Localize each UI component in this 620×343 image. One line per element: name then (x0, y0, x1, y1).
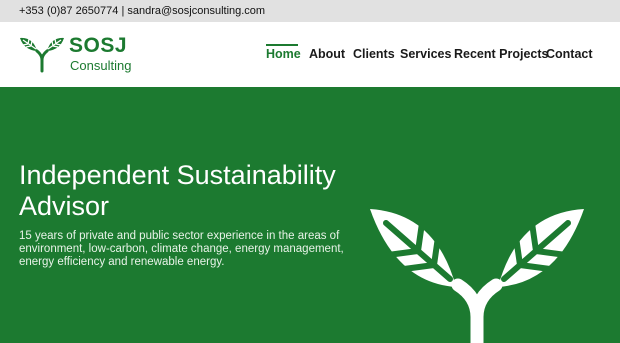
hero-description: 15 years of private and public sector ex… (19, 230, 344, 268)
hero-title: Independent Sustainability Advisor (19, 160, 336, 221)
nav-about[interactable]: About (309, 47, 345, 61)
site-header: SOSJ Consulting Home About Clients Servi… (0, 22, 620, 87)
active-nav-indicator (266, 44, 298, 46)
nav-services[interactable]: Services (400, 47, 451, 61)
nav-recent-projects[interactable]: Recent Projects (454, 47, 548, 61)
logo-name: SOSJ (69, 34, 128, 57)
top-contact-bar: +353 (0)87 2650774 | sandra@sosjconsulti… (0, 0, 620, 22)
contact-info: +353 (0)87 2650774 | sandra@sosjconsulti… (19, 5, 266, 17)
nav-home[interactable]: Home (266, 47, 301, 61)
leaf-sprout-icon (370, 209, 584, 343)
logo[interactable]: SOSJ Consulting (18, 34, 138, 78)
nav-contact[interactable]: Contact (546, 47, 593, 61)
hero-section: Independent Sustainability Advisor 15 ye… (0, 87, 620, 343)
logo-subtitle: Consulting (70, 58, 132, 73)
leaf-sprout-icon (20, 37, 64, 73)
nav-clients[interactable]: Clients (353, 47, 395, 61)
